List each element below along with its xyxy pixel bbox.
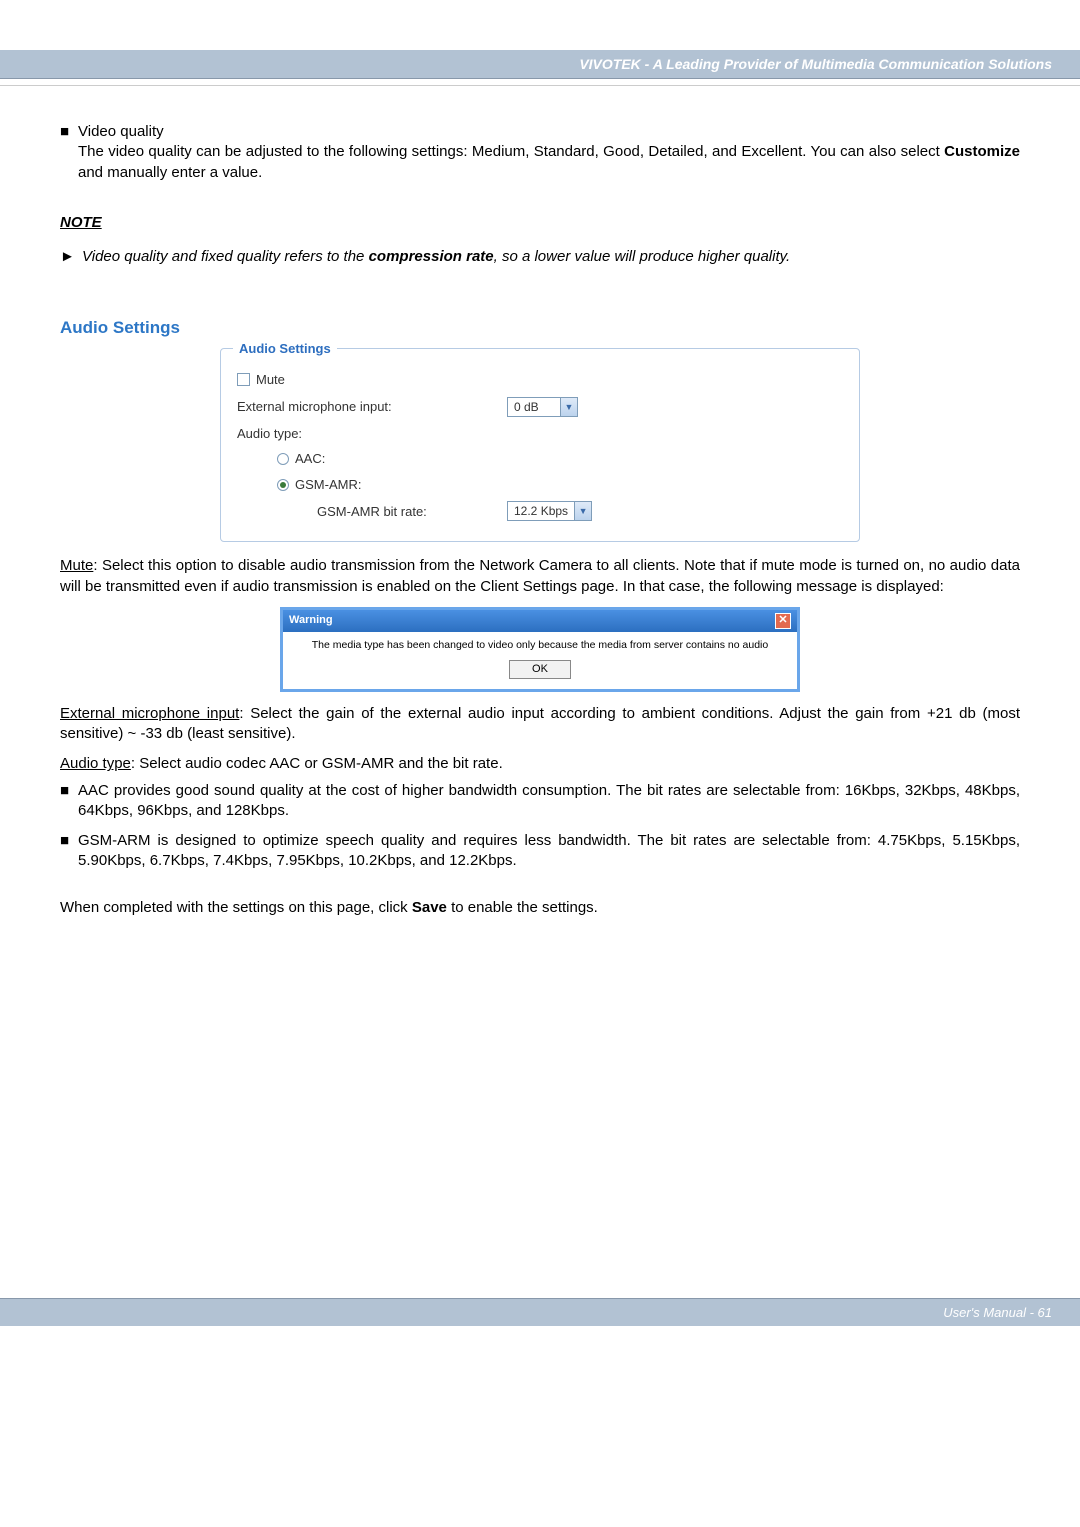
gsm-radio[interactable] xyxy=(277,479,289,491)
ext-mic-paragraph: External microphone input: Select the ga… xyxy=(60,704,1020,745)
top-margin xyxy=(0,0,1080,50)
bullet-icon: ■ xyxy=(60,831,78,872)
video-quality-desc: The video quality can be adjusted to the… xyxy=(78,142,1020,183)
bottom-margin xyxy=(0,1326,1080,1366)
dialog-title: Warning xyxy=(289,613,333,628)
page-body: ■ Video quality The video quality can be… xyxy=(0,86,1080,958)
gsm-bullet-text: GSM-ARM is designed to optimize speech q… xyxy=(78,831,1020,872)
ext-mic-label: External microphone input: xyxy=(237,398,507,416)
note-heading: NOTE xyxy=(60,213,1020,233)
bitrate-select[interactable]: 12.2 Kbps ▼ xyxy=(507,501,592,521)
mute-label: Mute xyxy=(256,371,285,389)
chevron-down-icon: ▼ xyxy=(560,398,577,416)
bullet-icon: ■ xyxy=(60,781,78,822)
gsm-row: GSM-AMR: xyxy=(277,476,843,494)
ext-mic-row: External microphone input: 0 dB ▼ xyxy=(237,397,843,417)
compression-rate-term: compression rate xyxy=(369,248,494,265)
note-line: ► Video quality and fixed quality refers… xyxy=(60,247,1020,267)
audio-type-label: Audio type: xyxy=(237,425,302,443)
audio-type-term: Audio type xyxy=(60,755,131,772)
aac-row: AAC: xyxy=(277,450,843,468)
page-header: VIVOTEK - A Leading Provider of Multimed… xyxy=(0,50,1080,79)
audio-settings-legend: Audio Settings xyxy=(233,340,337,358)
mute-term: Mute xyxy=(60,557,93,574)
aac-bullet-text: AAC provides good sound quality at the c… xyxy=(78,781,1020,822)
bullet-icon: ■ xyxy=(60,122,78,142)
video-quality-heading: Video quality xyxy=(78,122,1020,142)
ok-button[interactable]: OK xyxy=(509,660,571,679)
video-quality-block: ■ Video quality The video quality can be… xyxy=(60,122,1020,183)
mute-row: Mute xyxy=(237,371,843,389)
warning-dialog: Warning ✕ The media type has been change… xyxy=(280,607,800,692)
mute-checkbox[interactable] xyxy=(237,373,250,386)
ext-mic-select[interactable]: 0 dB ▼ xyxy=(507,397,578,417)
gsm-bullet-block: ■ GSM-ARM is designed to optimize speech… xyxy=(60,831,1020,872)
audio-settings-heading: Audio Settings xyxy=(60,317,1020,340)
aac-bullet-block: ■ AAC provides good sound quality at the… xyxy=(60,781,1020,822)
aac-label: AAC: xyxy=(295,450,325,468)
ext-mic-value: 0 dB xyxy=(508,399,560,415)
aac-radio[interactable] xyxy=(277,453,289,465)
audio-type-paragraph: Audio type: Select audio codec AAC or GS… xyxy=(60,754,1020,774)
mute-paragraph: Mute: Select this option to disable audi… xyxy=(60,556,1020,597)
page-footer: User's Manual - 61 xyxy=(0,1298,1080,1326)
save-paragraph: When completed with the settings on this… xyxy=(60,898,1020,918)
arrow-icon: ► xyxy=(60,247,82,267)
dialog-message: The media type has been changed to video… xyxy=(291,638,789,652)
bitrate-label: GSM-AMR bit rate: xyxy=(317,503,507,521)
customize-word: Customize xyxy=(944,143,1020,160)
ext-mic-term: External microphone input xyxy=(60,705,239,722)
close-icon[interactable]: ✕ xyxy=(775,613,791,629)
bitrate-row: GSM-AMR bit rate: 12.2 Kbps ▼ xyxy=(317,501,843,521)
chevron-down-icon: ▼ xyxy=(574,502,591,520)
audio-type-row: Audio type: xyxy=(237,425,843,443)
dialog-titlebar: Warning ✕ xyxy=(283,610,797,632)
save-word: Save xyxy=(412,899,447,916)
audio-settings-panel: Audio Settings Mute External microphone … xyxy=(220,348,860,542)
gsm-label: GSM-AMR: xyxy=(295,476,361,494)
footer-text: User's Manual - 61 xyxy=(943,1305,1052,1320)
header-title: VIVOTEK - A Leading Provider of Multimed… xyxy=(579,56,1052,72)
bitrate-value: 12.2 Kbps xyxy=(508,503,574,519)
